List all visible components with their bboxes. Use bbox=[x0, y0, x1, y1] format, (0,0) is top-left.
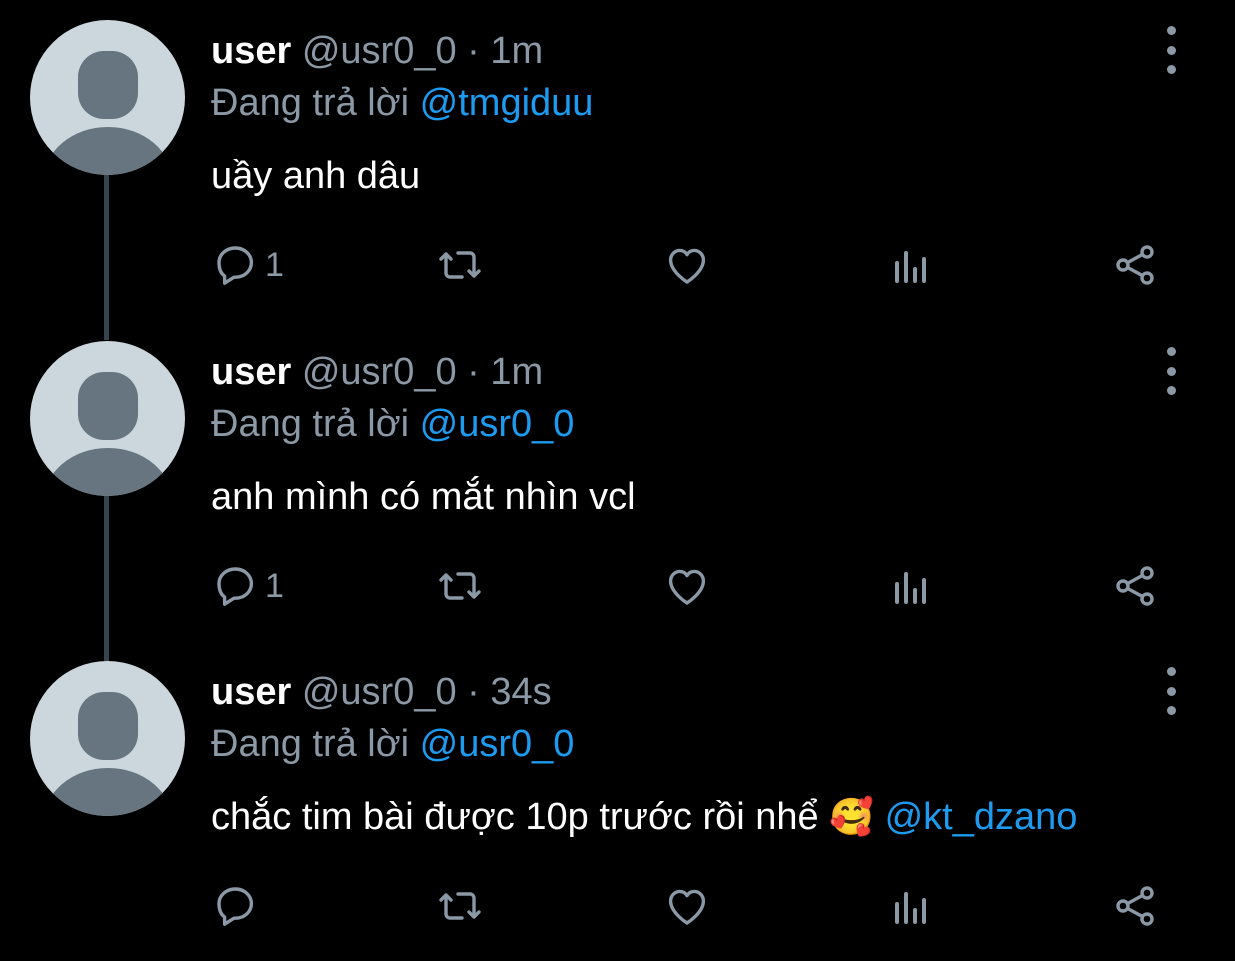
retweet-button[interactable] bbox=[436, 240, 484, 290]
reply-count: 1 bbox=[265, 245, 284, 284]
avatar-shoulders bbox=[43, 448, 173, 496]
avatar-head bbox=[78, 372, 138, 440]
user-handle[interactable]: @usr0_0 bbox=[302, 30, 457, 72]
more-vertical-icon[interactable] bbox=[1158, 667, 1184, 715]
action-bar: 1 bbox=[211, 240, 1181, 290]
replying-to-mention[interactable]: @usr0_0 bbox=[420, 403, 575, 445]
replying-to: Đang trả lời @usr0_0 bbox=[211, 403, 574, 446]
analytics-icon bbox=[895, 572, 926, 604]
avatar-head bbox=[78, 692, 138, 760]
reply-button[interactable] bbox=[211, 881, 265, 931]
timestamp[interactable]: 34s bbox=[490, 671, 551, 713]
analytics-icon bbox=[895, 251, 926, 283]
reply-icon bbox=[217, 246, 254, 285]
action-bar: 1 bbox=[211, 561, 1181, 611]
tweet-text-body: chắc tim bài được 10p trước rồi nhể bbox=[211, 796, 819, 838]
like-button[interactable] bbox=[663, 881, 711, 931]
retweet-icon bbox=[439, 572, 481, 600]
reply-icon bbox=[217, 567, 254, 606]
tweet-header: user @usr0_0 · 34s bbox=[211, 671, 552, 714]
action-bar bbox=[211, 881, 1181, 931]
share-button[interactable] bbox=[1111, 881, 1159, 931]
tweet-header: user @usr0_0 · 1m bbox=[211, 351, 543, 394]
avatar[interactable] bbox=[30, 341, 185, 496]
tweet-text-body: anh mình có mắt nhìn vcl bbox=[211, 476, 636, 518]
replying-prefix: Đang trả lời bbox=[211, 82, 410, 124]
reply-icon bbox=[217, 887, 254, 926]
tweet-mention[interactable]: @kt_dzano bbox=[885, 796, 1078, 838]
analytics-button[interactable] bbox=[887, 881, 935, 931]
analytics-button[interactable] bbox=[887, 561, 935, 611]
replying-prefix: Đang trả lời bbox=[211, 403, 410, 445]
separator-dot: · bbox=[467, 30, 480, 72]
timestamp[interactable]: 1m bbox=[490, 30, 543, 72]
avatar-head bbox=[78, 51, 138, 119]
tweet-text-body: uầy anh dâu bbox=[211, 155, 421, 197]
analytics-button[interactable] bbox=[887, 240, 935, 290]
retweet-icon bbox=[439, 892, 481, 920]
avatar-shoulders bbox=[43, 768, 173, 816]
tweet-header: user @usr0_0 · 1m bbox=[211, 30, 543, 73]
avatar-shoulders bbox=[43, 127, 173, 175]
retweet-button[interactable] bbox=[436, 881, 484, 931]
heart-icon bbox=[668, 569, 706, 605]
display-name[interactable]: user bbox=[211, 671, 291, 713]
user-handle[interactable]: @usr0_0 bbox=[302, 351, 457, 393]
tweet-text: chắc tim bài được 10p trước rồi nhể 🥰 @k… bbox=[211, 796, 1077, 839]
replying-to-mention[interactable]: @tmgiduu bbox=[420, 82, 594, 124]
tweet-1[interactable]: user @usr0_0 · 1m Đang trả lời @tmgiduu … bbox=[0, 0, 1235, 320]
tweet-text: anh mình có mắt nhìn vcl bbox=[211, 476, 636, 519]
retweet-icon bbox=[439, 251, 481, 279]
like-button[interactable] bbox=[663, 561, 711, 611]
more-vertical-icon[interactable] bbox=[1158, 347, 1184, 395]
display-name[interactable]: user bbox=[211, 30, 291, 72]
replying-to: Đang trả lời @tmgiduu bbox=[211, 82, 593, 125]
share-button[interactable] bbox=[1111, 240, 1159, 290]
replying-to: Đang trả lời @usr0_0 bbox=[211, 723, 574, 766]
avatar[interactable] bbox=[30, 20, 185, 175]
reply-button[interactable]: 1 bbox=[211, 240, 284, 290]
retweet-button[interactable] bbox=[436, 561, 484, 611]
heart-icon bbox=[668, 248, 706, 284]
heart-icon bbox=[668, 889, 706, 925]
share-icon bbox=[1116, 245, 1154, 285]
tweet-2[interactable]: user @usr0_0 · 1m Đang trả lời @usr0_0 a… bbox=[0, 321, 1235, 641]
timestamp[interactable]: 1m bbox=[490, 351, 543, 393]
replying-prefix: Đang trả lời bbox=[211, 723, 410, 765]
separator-dot: · bbox=[467, 671, 480, 713]
reply-count: 1 bbox=[265, 566, 284, 605]
display-name[interactable]: user bbox=[211, 351, 291, 393]
like-button[interactable] bbox=[663, 240, 711, 290]
smiling-hearts-emoji: 🥰 bbox=[829, 797, 875, 838]
more-vertical-icon[interactable] bbox=[1158, 26, 1184, 74]
share-icon bbox=[1116, 566, 1154, 606]
avatar[interactable] bbox=[30, 661, 185, 816]
tweet-text: uầy anh dâu bbox=[211, 155, 420, 198]
tweet-3[interactable]: user @usr0_0 · 34s Đang trả lời @usr0_0 … bbox=[0, 641, 1235, 961]
share-button[interactable] bbox=[1111, 561, 1159, 611]
replying-to-mention[interactable]: @usr0_0 bbox=[420, 723, 575, 765]
reply-button[interactable]: 1 bbox=[211, 561, 284, 611]
user-handle[interactable]: @usr0_0 bbox=[302, 671, 457, 713]
share-icon bbox=[1116, 886, 1154, 926]
separator-dot: · bbox=[467, 351, 480, 393]
analytics-icon bbox=[895, 892, 926, 924]
